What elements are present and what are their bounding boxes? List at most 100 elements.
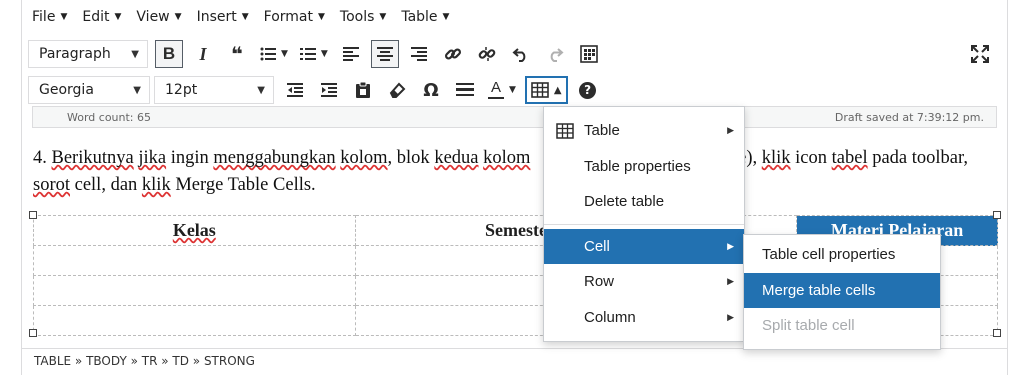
align-right-icon	[410, 47, 427, 61]
misspelled-word: Berikutnya	[51, 148, 134, 168]
chevron-right-icon: ▶	[727, 240, 734, 251]
toolbar-secondary: Georgia ▼ 12pt ▼ Ω A ▼ ▲ ?	[22, 72, 1007, 108]
font-family-select[interactable]: Georgia ▼	[28, 76, 150, 104]
text-color-swatch	[488, 97, 504, 99]
outdent-button[interactable]	[281, 76, 309, 104]
table-cell[interactable]	[33, 245, 356, 276]
misspelled-word: sorot	[33, 175, 70, 195]
menu-item-table-properties[interactable]: Table properties	[544, 149, 744, 185]
misspelled-word: kedua	[434, 148, 479, 168]
remove-link-button[interactable]	[473, 40, 501, 68]
menu-table-label: Table	[401, 9, 438, 25]
insert-link-button[interactable]	[439, 40, 467, 68]
menu-item-merge-table-cells[interactable]: Merge table cells	[744, 272, 940, 308]
menu-format-label: Format	[263, 9, 313, 25]
chevron-down-icon: ▼	[131, 48, 139, 60]
numbered-list-button[interactable]: ▼	[297, 40, 331, 68]
fullscreen-button[interactable]	[966, 40, 994, 68]
menu-item-column[interactable]: Column ▶	[544, 300, 744, 336]
horizontal-line-button[interactable]	[451, 76, 479, 104]
chevron-down-icon: ▼	[509, 85, 516, 95]
chevron-down-icon: ▼	[60, 12, 68, 22]
element-path[interactable]: TABLE » TBODY » TR » TD » STRONG	[22, 348, 1007, 372]
toolbar-toggle-button[interactable]	[575, 40, 603, 68]
special-character-button[interactable]: Ω	[417, 76, 445, 104]
undo-button[interactable]	[507, 40, 535, 68]
table-cell[interactable]	[33, 305, 356, 336]
menu-file-label: File	[32, 9, 56, 25]
block-format-select[interactable]: Paragraph ▼	[28, 40, 148, 68]
italic-button[interactable]: I	[189, 40, 217, 68]
bullet-list-button[interactable]: ▼	[257, 40, 291, 68]
align-left-button[interactable]	[337, 40, 365, 68]
align-right-button[interactable]	[405, 40, 433, 68]
menu-item-split-table-cell: Split table cell	[744, 308, 940, 344]
omega-icon: Ω	[423, 79, 439, 101]
resize-handle-top-right[interactable]	[993, 211, 1001, 219]
misspelled-word: klik	[761, 148, 791, 168]
chevron-down-icon: ▼	[174, 12, 182, 22]
menu-item-cell[interactable]: Cell ▶	[544, 228, 744, 264]
indent-button[interactable]	[315, 76, 343, 104]
text-segment: icon	[790, 148, 832, 168]
paragraph[interactable]: 4. Berikutnya jika ingin menggabungkan k…	[33, 145, 998, 199]
toolbar-primary: Paragraph ▼ B I ❝ ▼ ▼	[22, 36, 1007, 72]
paste-text-button[interactable]	[349, 76, 377, 104]
menu-item-label: Table properties	[584, 157, 691, 175]
help-button[interactable]: ?	[574, 76, 602, 104]
chevron-right-icon: ▶	[727, 311, 734, 322]
menu-edit-label: Edit	[82, 9, 110, 25]
chevron-right-icon: ▶	[727, 276, 734, 287]
menu-item-label: Table	[584, 122, 620, 140]
resize-handle-bottom-left[interactable]	[29, 329, 37, 337]
table-icon	[556, 123, 574, 139]
menu-item-label: Cell	[584, 237, 610, 255]
menu-item-label: Split table cell	[762, 317, 855, 335]
text-segment: ingin	[166, 148, 214, 168]
menu-item-row[interactable]: Row ▶	[544, 264, 744, 300]
menu-item-label: Row	[584, 273, 615, 291]
redo-button[interactable]	[541, 40, 569, 68]
chevron-down-icon: ▼	[133, 84, 141, 96]
menu-item-label: Column	[584, 308, 636, 326]
font-size-value: 12pt	[165, 82, 198, 98]
menu-view-label: View	[136, 9, 170, 25]
bold-button[interactable]: B	[155, 40, 183, 68]
bold-icon: B	[162, 44, 176, 63]
fullscreen-icon	[971, 45, 989, 63]
text-segment: pada toolbar,	[867, 148, 969, 168]
text-color-button[interactable]: A ▼	[485, 76, 519, 104]
chevron-down-icon: ▼	[241, 12, 249, 22]
outdent-icon	[287, 83, 303, 97]
menu-insert-label: Insert	[196, 9, 237, 25]
chevron-down-icon: ▼	[442, 12, 450, 22]
clear-formatting-button[interactable]	[383, 76, 411, 104]
misspelled-word: klik	[141, 175, 171, 195]
menu-item-table-cell-properties[interactable]: Table cell properties	[744, 237, 940, 273]
chevron-right-icon: ▶	[727, 125, 734, 136]
menu-format[interactable]: Format ▼	[264, 9, 325, 25]
toolbar-toggle-icon	[580, 45, 598, 63]
word-count: Word count: 65	[67, 110, 152, 124]
text-segment: , blok	[387, 148, 435, 168]
resize-handle-top-left[interactable]	[29, 211, 37, 219]
menu-item-table[interactable]: Table ▶	[544, 113, 744, 149]
menu-tools[interactable]: Tools ▼	[340, 9, 386, 25]
menu-table[interactable]: Table ▼	[401, 9, 449, 25]
table-cell[interactable]: Kelas	[33, 215, 356, 246]
menu-view[interactable]: View ▼	[136, 9, 181, 25]
menu-divider	[544, 223, 744, 225]
font-size-select[interactable]: 12pt ▼	[154, 76, 274, 104]
align-center-button[interactable]	[370, 40, 399, 68]
blockquote-button[interactable]: ❝	[223, 40, 251, 68]
menu-file[interactable]: File ▼	[32, 9, 67, 25]
table-button[interactable]: ▲	[524, 76, 568, 104]
table-cell[interactable]	[33, 275, 356, 306]
text-segment: cell, dan	[70, 175, 142, 195]
menu-edit[interactable]: Edit ▼	[82, 9, 121, 25]
text-segment: 4.	[33, 148, 52, 168]
resize-handle-bottom-right[interactable]	[993, 329, 1001, 337]
menu-item-delete-table[interactable]: Delete table	[544, 184, 744, 220]
menu-insert[interactable]: Insert ▼	[197, 9, 249, 25]
cell-submenu: Table cell properties Merge table cells …	[743, 234, 941, 350]
